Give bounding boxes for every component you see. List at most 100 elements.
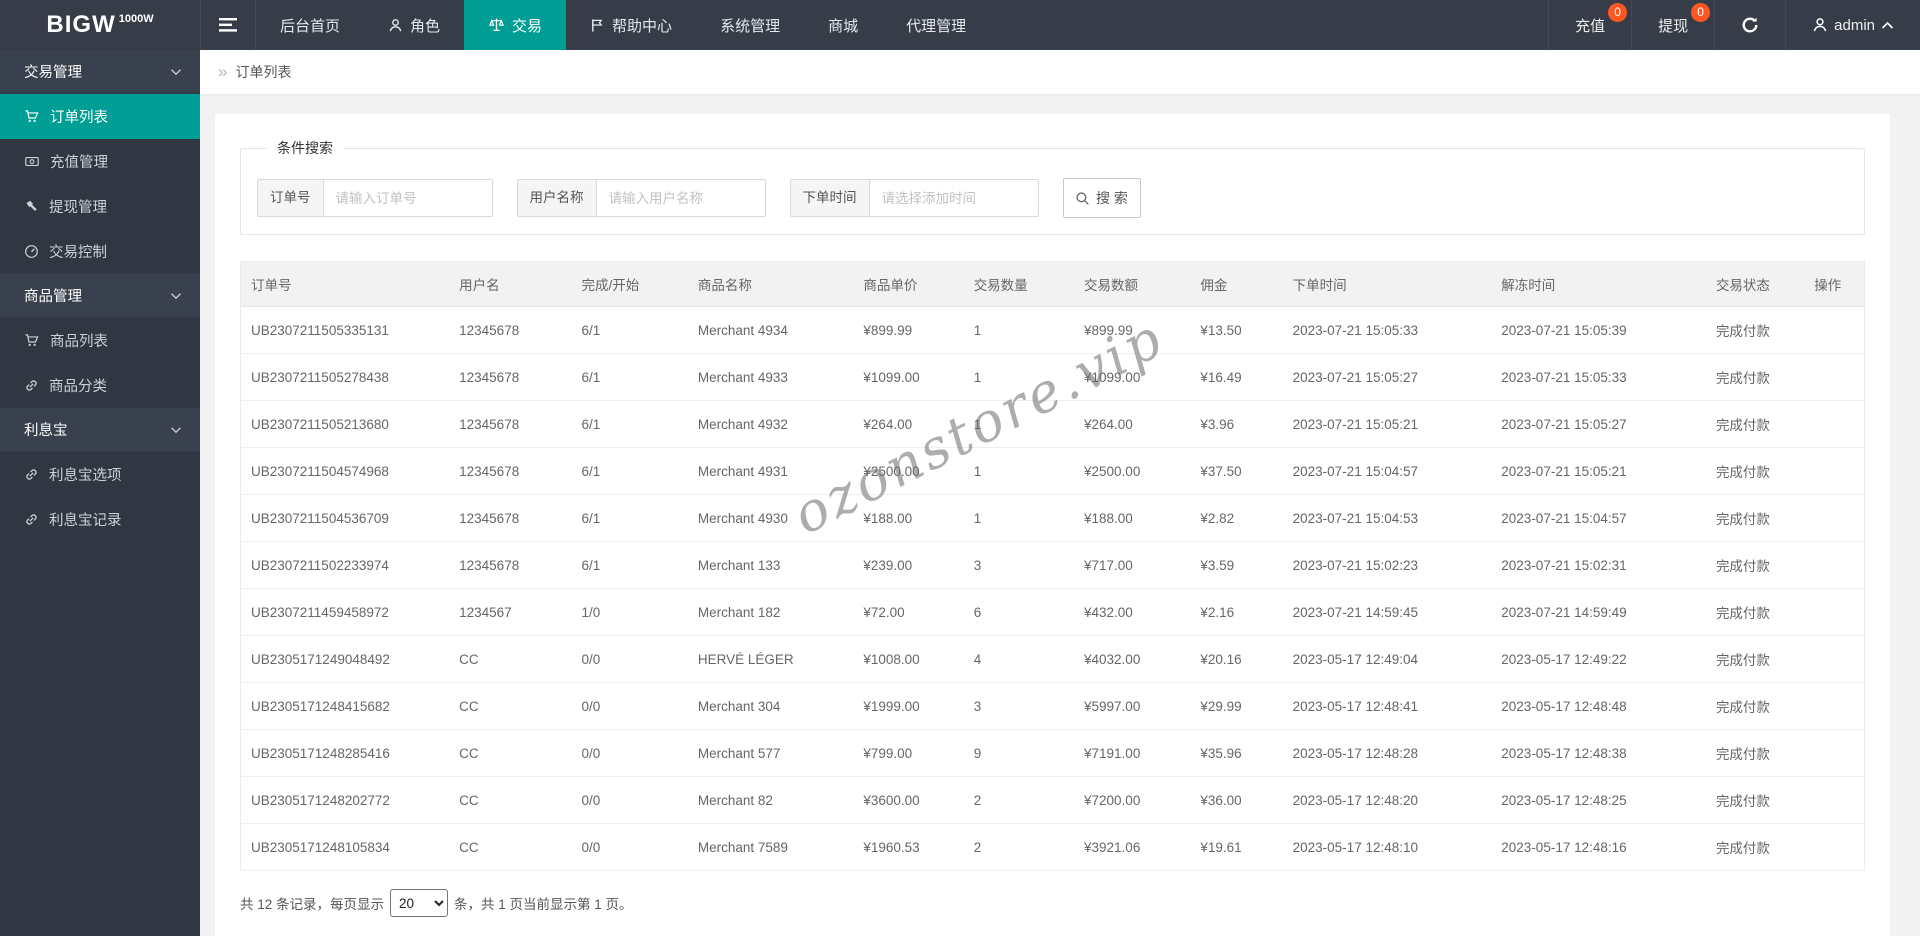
sidebar-item-recharge-mgmt[interactable]: 充值管理 — [0, 139, 200, 184]
column-header-status: 交易状态 — [1705, 261, 1805, 307]
cell-qty: 3 — [963, 541, 1075, 589]
sidebar-item-trade-control[interactable]: 交易控制 — [0, 229, 200, 274]
cell-unit_price: ¥3600.00 — [853, 776, 964, 824]
sidebar-item-goods-list[interactable]: 商品列表 — [0, 318, 200, 363]
main-area: » 订单列表 条件搜索 订单号 用户名称 下单时间 — [200, 50, 1920, 936]
sidebar: 交易管理 订单列表 充值管理 提现管理 交易控制 商品管理 商品列表 商品分类 利息宝 利息宝选项… — [0, 50, 200, 936]
order-time-input[interactable] — [869, 180, 1038, 216]
link-icon — [24, 512, 39, 527]
nav-item-agent[interactable]: 代理管理 — [882, 0, 990, 50]
cell-amount: ¥4032.00 — [1074, 635, 1191, 683]
cell-qty: 4 — [963, 635, 1075, 683]
withdraw-label: 提现 — [1658, 17, 1689, 35]
flag-icon — [590, 18, 605, 33]
cell-order_time: 2023-05-17 12:48:28 — [1282, 729, 1492, 777]
sidebar-group-goods-mgmt[interactable]: 商品管理 — [0, 274, 200, 318]
cell-commission: ¥16.49 — [1190, 353, 1283, 401]
cell-unit_price: ¥1099.00 — [853, 353, 964, 401]
cell-order_no: UB2307211505335131 — [240, 306, 450, 354]
cell-order_time: 2023-07-21 15:02:23 — [1282, 541, 1492, 589]
cell-amount: ¥5997.00 — [1074, 682, 1191, 730]
sidebar-item-lixibao-options[interactable]: 利息宝选项 — [0, 452, 200, 497]
cell-qty: 2 — [963, 776, 1075, 824]
nav-item-home[interactable]: 后台首页 — [256, 0, 364, 50]
brand-sup: 1000W — [118, 13, 154, 25]
chevron-down-icon — [170, 292, 182, 300]
cell-done_start: 6/1 — [571, 306, 688, 354]
sidebar-item-order-list[interactable]: 订单列表 — [0, 94, 200, 139]
cell-unfreeze_time: 2023-07-21 15:05:21 — [1491, 447, 1706, 495]
cell-unfreeze_time: 2023-05-17 12:48:25 — [1491, 776, 1706, 824]
cell-status: 完成付款 — [1705, 400, 1805, 448]
sidebar-item-goods-category[interactable]: 商品分类 — [0, 363, 200, 408]
nav-item-trade[interactable]: 交易 — [464, 0, 567, 50]
cell-amount: ¥432.00 — [1074, 588, 1191, 636]
nav-item-system[interactable]: 系统管理 — [696, 0, 804, 50]
hammer-icon — [24, 199, 39, 214]
search-icon — [1075, 191, 1090, 206]
cell-status: 完成付款 — [1705, 729, 1805, 777]
cell-status: 完成付款 — [1705, 494, 1805, 542]
cell-done_start: 0/0 — [571, 776, 688, 824]
topnav-items: 后台首页 角色 交易 帮助中心 系统管理 商城 代理管理 — [256, 0, 990, 50]
cell-unfreeze_time: 2023-07-21 14:59:49 — [1491, 588, 1706, 636]
cell-unfreeze_time: 2023-05-17 12:48:48 — [1491, 682, 1706, 730]
cell-commission: ¥29.99 — [1190, 682, 1283, 730]
username-field-label: 用户名称 — [517, 180, 597, 216]
cell-commission: ¥3.59 — [1190, 541, 1283, 589]
cell-order_no: UB2305171248415682 — [240, 682, 450, 730]
cell-status: 完成付款 — [1705, 306, 1805, 354]
sidebar-group-trade-mgmt[interactable]: 交易管理 — [0, 50, 200, 94]
page-size-select[interactable]: 20 — [390, 889, 449, 917]
nav-item-help-center[interactable]: 帮助中心 — [566, 0, 696, 50]
table-row: UB2305171249048492 CC 0/0 HERVÉ LÉGER ¥1008.… — [240, 635, 1865, 683]
refresh-icon — [1741, 16, 1759, 34]
chevron-down-icon — [170, 68, 182, 76]
cell-product: Merchant 4932 — [687, 400, 854, 448]
hamburger-menu-icon[interactable] — [200, 0, 256, 50]
cell-unfreeze_time: 2023-05-17 12:48:38 — [1491, 729, 1706, 777]
cell-order_no: UB2307211502233974 — [240, 541, 450, 589]
sidebar-item-lixibao-records[interactable]: 利息宝记录 — [0, 497, 200, 542]
nav-item-label: 代理管理 — [906, 17, 967, 35]
cell-commission: ¥13.50 — [1190, 306, 1283, 354]
cell-amount: ¥264.00 — [1074, 400, 1191, 448]
sidebar-group-lixibao[interactable]: 利息宝 — [0, 408, 200, 452]
cell-qty: 9 — [963, 729, 1075, 777]
search-button[interactable]: 搜 索 — [1062, 178, 1141, 218]
cell-order_time: 2023-07-21 14:59:45 — [1282, 588, 1492, 636]
cart-icon — [24, 333, 40, 348]
sidebar-item-withdraw-mgmt[interactable]: 提现管理 — [0, 184, 200, 229]
cell-order_time: 2023-05-17 12:48:41 — [1282, 682, 1492, 730]
withdraw-button[interactable]: 提现 0 — [1631, 0, 1714, 50]
cell-status: 完成付款 — [1705, 541, 1805, 589]
search-panel-title: 条件搜索 — [277, 140, 333, 156]
cell-username: 12345678 — [449, 400, 572, 448]
refresh-button[interactable] — [1714, 0, 1785, 50]
cell-action — [1804, 306, 1865, 354]
cell-done_start: 1/0 — [571, 588, 688, 636]
hamburger-icon — [219, 18, 237, 32]
cell-unit_price: ¥1960.53 — [853, 823, 964, 871]
cell-unfreeze_time: 2023-07-21 15:05:39 — [1491, 306, 1706, 354]
cell-qty: 3 — [963, 682, 1075, 730]
username-input[interactable] — [596, 180, 765, 216]
nav-item-mall[interactable]: 商城 — [804, 0, 882, 50]
nav-item-label: 帮助中心 — [612, 17, 673, 35]
table-row: UB2305171248285416 CC 0/0 Merchant 577 ¥799.… — [240, 729, 1865, 777]
breadcrumb: » 订单列表 — [200, 50, 1920, 94]
recharge-button[interactable]: 充值 0 — [1548, 0, 1631, 50]
pagination-prefix: 共 12 条记录，每页显示 — [240, 897, 385, 912]
nav-item-label: 系统管理 — [720, 17, 781, 35]
search-button-label: 搜 索 — [1096, 190, 1128, 206]
header-right: 充值 0 提现 0 admin — [1548, 0, 1920, 50]
cell-commission: ¥20.16 — [1190, 635, 1283, 683]
cell-action — [1804, 682, 1865, 730]
nav-item-label: 角色 — [410, 17, 441, 35]
nav-item-roles[interactable]: 角色 — [364, 0, 464, 50]
cell-commission: ¥2.16 — [1190, 588, 1283, 636]
cell-username: 12345678 — [449, 353, 572, 401]
order-no-input[interactable] — [323, 180, 492, 216]
cell-action — [1804, 588, 1865, 636]
admin-menu[interactable]: admin — [1785, 0, 1920, 50]
